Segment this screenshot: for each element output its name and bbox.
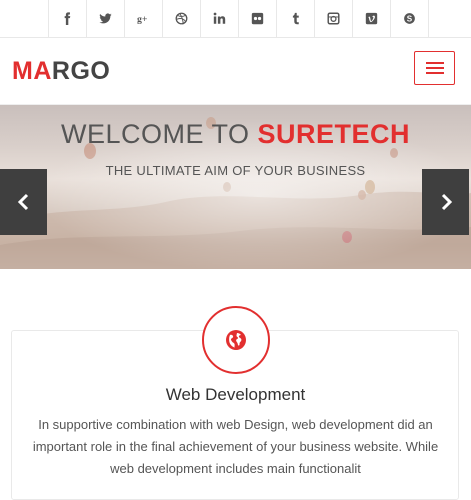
slider-prev-button[interactable]	[0, 169, 47, 235]
hero-subtitle: THE ULTIMATE AIM OF YOUR BUSINESS	[105, 163, 366, 178]
facebook-icon[interactable]	[48, 0, 86, 37]
svg-text:S: S	[407, 14, 413, 23]
hero-title-prefix: WELCOME TO	[60, 119, 258, 149]
skype-icon[interactable]: S	[390, 0, 429, 37]
logo[interactable]: MARGO	[12, 57, 110, 86]
service-description: In supportive combination with web Desig…	[32, 417, 439, 476]
menu-toggle-button[interactable]	[414, 51, 455, 85]
social-links: g+ S	[48, 0, 429, 37]
google-plus-icon[interactable]: g+	[124, 0, 162, 37]
social-bar: g+ S	[0, 0, 471, 38]
chevron-right-icon	[441, 193, 452, 211]
hero-title: WELCOME TO SURETECH	[0, 119, 471, 150]
linkedin-icon[interactable]	[200, 0, 238, 37]
service-title: Web Development	[165, 385, 306, 404]
logo-rest: RGO	[51, 57, 111, 85]
site-header: MARGO	[0, 38, 471, 105]
globe-icon	[226, 330, 246, 350]
slider-next-button[interactable]	[422, 169, 469, 235]
tumblr-icon[interactable]	[276, 0, 314, 37]
vimeo-icon[interactable]	[352, 0, 390, 37]
hero-slider: WELCOME TO SURETECH THE ULTIMATE AIM OF …	[0, 105, 471, 269]
hamburger-icon-bar	[425, 67, 444, 69]
chevron-left-icon	[17, 193, 28, 211]
logo-accent: MA	[12, 57, 52, 85]
flickr-icon[interactable]	[238, 0, 276, 37]
twitter-icon[interactable]	[86, 0, 124, 37]
hero-title-accent: SURETECH	[257, 119, 411, 149]
service-icon	[202, 306, 270, 374]
hamburger-icon-bar	[425, 62, 444, 64]
svg-text:g+: g+	[137, 14, 148, 25]
dribbble-icon[interactable]	[162, 0, 200, 37]
instagram-icon[interactable]	[314, 0, 352, 37]
hamburger-icon-bar	[425, 72, 444, 74]
